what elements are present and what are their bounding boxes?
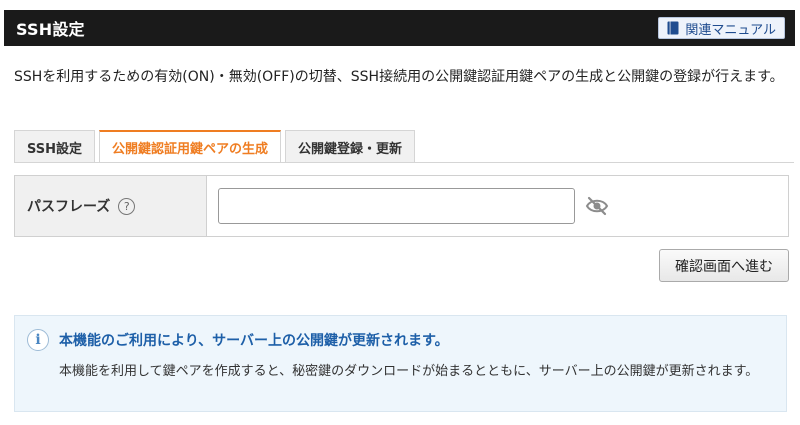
- help-icon[interactable]: ?: [118, 197, 136, 215]
- passphrase-row: パスフレーズ ?: [14, 175, 789, 237]
- confirm-button[interactable]: 確認画面へ進む: [659, 249, 789, 282]
- book-icon: [667, 21, 679, 35]
- tab-bar: SSH設定 公開鍵認証用鍵ペアの生成 公開鍵登録・更新: [14, 130, 416, 163]
- info-body: 本機能を利用して鍵ペアを作成すると、秘密鍵のダウンロードが始まるとともに、サーバ…: [59, 364, 759, 379]
- eye-slash-icon[interactable]: [585, 195, 609, 217]
- manual-button-label: 関連マニュアル: [685, 22, 776, 38]
- info-notice: i 本機能のご利用により、サーバー上の公開鍵が更新されます。 本機能を利用して鍵…: [14, 315, 787, 412]
- passphrase-label: パスフレーズ: [27, 199, 111, 215]
- passphrase-input[interactable]: [218, 188, 575, 224]
- info-title: 本機能のご利用により、サーバー上の公開鍵が更新されます。: [59, 333, 449, 349]
- page-description: SSHを利用するための有効(ON)・無効(OFF)の切替、SSH接続用の公開鍵認…: [14, 69, 784, 85]
- passphrase-label-cell: パスフレーズ ?: [15, 176, 207, 236]
- page-header: SSH設定 関連マニュアル: [4, 10, 795, 46]
- tab-register-pubkey[interactable]: 公開鍵登録・更新: [285, 130, 416, 163]
- manual-button[interactable]: 関連マニュアル: [658, 17, 785, 39]
- info-icon: i: [27, 329, 49, 351]
- tab-ssh-settings[interactable]: SSH設定: [14, 130, 96, 163]
- page-title: SSH設定: [16, 20, 85, 39]
- passphrase-field-cell: [207, 176, 788, 236]
- tab-generate-keypair[interactable]: 公開鍵認証用鍵ペアの生成: [99, 130, 282, 163]
- tab-divider: [14, 162, 794, 163]
